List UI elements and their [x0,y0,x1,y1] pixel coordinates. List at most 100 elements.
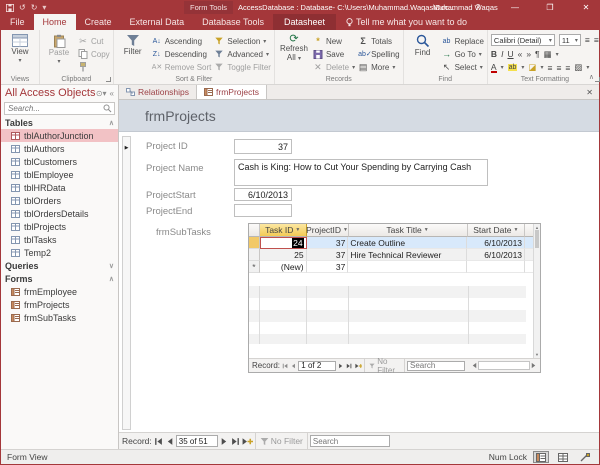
descending-button[interactable]: Z↓Descending [152,49,212,59]
column-dropdown-icon[interactable]: ▼ [513,227,518,233]
minimize-button[interactable]: — [506,1,524,14]
nav-group-forms[interactable]: Forms∧ [1,272,118,285]
tab-create[interactable]: Create [76,14,121,30]
sidebar-item-frmemployee[interactable]: frmEmployee [1,285,118,298]
sidebar-item-tblorders[interactable]: tblOrders [1,194,118,207]
project-name-field[interactable]: Cash is King: How to Cut Your Spending b… [234,159,488,186]
nav-group-queries[interactable]: Queries∨ [1,259,118,272]
no-filter-button[interactable]: No Filter [364,359,405,372]
scrollbar-thumb[interactable] [535,230,539,248]
record-position-box[interactable] [298,361,336,371]
goto-button[interactable]: →Go To▾ [442,49,484,59]
column-dropdown-icon[interactable]: ▼ [343,227,348,233]
cell-start-date[interactable] [467,261,525,273]
table-row[interactable]: 24 37 Create Outline 6/10/2013 [249,237,533,249]
sidebar-item-frmprojects[interactable]: frmProjects [1,298,118,311]
sidebar-item-tblemployee[interactable]: tblEmployee [1,168,118,181]
spelling-button[interactable]: ab✓Spelling [358,49,399,59]
save-icon[interactable] [6,4,14,12]
sidebar-item-tblauthors[interactable]: tblAuthors [1,142,118,155]
column-dropdown-icon[interactable]: ▼ [295,227,300,233]
remove-sort-button[interactable]: A✕Remove Sort [152,62,212,72]
column-dropdown-icon[interactable]: ▼ [424,227,429,233]
bold-button[interactable]: B [491,49,497,59]
subform-vertical-scrollbar[interactable]: ▲ ▼ [533,224,540,358]
scroll-right-icon[interactable] [530,362,537,369]
shutter-bar-close-icon[interactable]: « [110,89,114,98]
first-record-icon[interactable] [282,362,288,370]
replace-button[interactable]: abReplace [442,36,484,46]
find-button[interactable]: Find [407,32,439,74]
tab-file[interactable]: File [1,14,34,30]
scroll-left-icon[interactable] [471,362,478,369]
cell-projectid[interactable]: 37 [307,237,349,249]
main-search-input[interactable] [310,435,390,447]
toggle-filter-button[interactable]: Toggle Filter [214,62,271,72]
next-record-icon[interactable] [220,437,229,446]
new-record-selector[interactable]: * [249,261,260,273]
decrease-indent-icon[interactable]: « [518,49,523,59]
align-left-icon[interactable]: ≡ [547,63,552,73]
nav-search-input[interactable] [5,104,103,113]
project-start-field[interactable]: 6/10/2013 [234,188,292,201]
view-button[interactable]: View▾ [4,32,36,74]
cell-task-title[interactable] [348,261,467,273]
cell-start-date[interactable]: 6/10/2013 [467,237,525,249]
new-record-button[interactable]: *New [313,36,355,46]
sidebar-item-tblauthorjunction[interactable]: tblAuthorJunction [1,129,118,142]
increase-indent-icon[interactable]: » [526,49,531,59]
delete-record-button[interactable]: ✕Delete▾ [313,62,355,72]
last-record-icon[interactable] [346,362,352,370]
sidebar-item-tblordersdetails[interactable]: tblOrdersDetails [1,207,118,220]
column-header-start-date[interactable]: Start Date▼ [468,224,526,237]
project-end-field[interactable] [234,204,292,217]
previous-record-icon[interactable] [165,437,174,446]
column-header-partial[interactable] [525,224,533,237]
cell-start-date[interactable]: 6/10/2013 [467,249,525,261]
advanced-button[interactable]: Advanced▾ [214,49,271,59]
record-position-box[interactable] [176,435,218,447]
cell-task-title[interactable]: Hire Technical Reviewer [348,249,467,261]
next-record-icon[interactable] [338,362,344,370]
filter-button[interactable]: Filter [117,32,149,74]
sidebar-item-frmsubtasks[interactable]: frmSubTasks [1,311,118,324]
cell-task-id[interactable]: 25 [260,249,307,261]
project-id-field[interactable]: 37 [234,139,292,154]
cell-task-id[interactable]: 24 [260,237,307,249]
column-header-projectid[interactable]: ProjectID▼ [307,224,349,237]
redo-icon[interactable]: ↻ [31,1,38,14]
table-row[interactable]: 25 37 Hire Technical Reviewer 6/10/2013 [249,249,533,261]
underline-button[interactable]: U [507,49,513,59]
more-button[interactable]: ▤More▾ [358,62,399,72]
record-selector-strip[interactable]: ▶ [122,136,131,430]
cell-task-title[interactable]: Create Outline [348,237,467,249]
format-painter-button[interactable] [78,62,110,72]
tab-home[interactable]: Home [34,14,76,30]
subform-horizontal-scrollbar[interactable] [471,361,537,370]
maximize-button[interactable]: ❐ [541,1,559,14]
tell-me-box[interactable]: Tell me what you want to do [346,14,467,30]
row-selector[interactable] [249,249,260,261]
save-record-button[interactable]: Save [313,49,355,59]
first-record-icon[interactable] [154,437,163,446]
sidebar-item-tblcustomers[interactable]: tblCustomers [1,155,118,168]
ascending-button[interactable]: A↓Ascending [152,36,212,46]
sidebar-item-tbltasks[interactable]: tblTasks [1,233,118,246]
tab-database-tools[interactable]: Database Tools [193,14,273,30]
refresh-all-button[interactable]: ⟳ Refresh All ▾ [278,32,310,74]
totals-button[interactable]: ΣTotals [358,36,399,46]
highlight-color-button[interactable]: ab [508,64,518,71]
cell-projectid[interactable]: 37 [307,249,349,261]
direction-icon[interactable]: ¶ [535,49,540,59]
datasheet-view-button[interactable] [555,451,571,463]
close-button[interactable]: ✕ [577,1,595,14]
column-header-task-id[interactable]: Task ID▼ [260,224,307,237]
collapse-ribbon-icon[interactable]: ∧ [589,73,594,81]
nav-search-box[interactable] [4,102,115,115]
previous-record-icon[interactable] [290,362,296,370]
background-color-button[interactable]: ◪ [528,62,536,73]
subform-search-input[interactable] [407,361,465,371]
undo-icon[interactable]: ↺ [19,1,26,14]
row-selector-current[interactable] [249,237,260,249]
nav-pane-menu-icon[interactable]: ⊙▾ [96,89,107,98]
